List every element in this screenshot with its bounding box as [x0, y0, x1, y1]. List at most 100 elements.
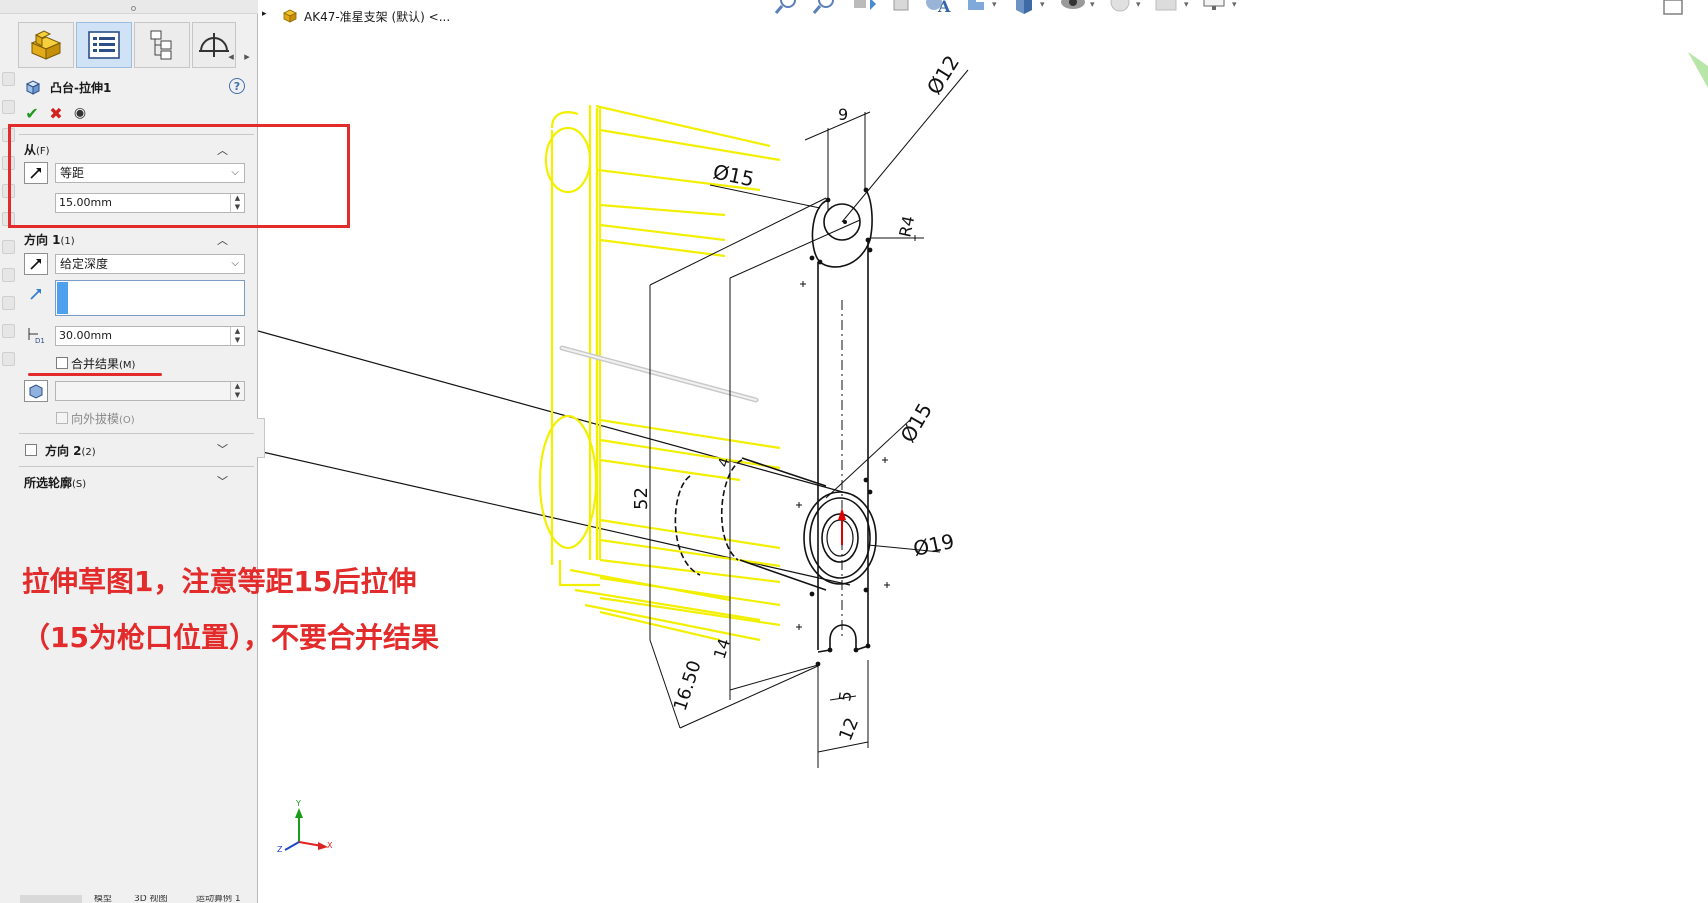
- sketch-profile: [674, 189, 877, 653]
- display-style-icon[interactable]: [1010, 0, 1040, 20]
- view-settings-icon[interactable]: [1200, 0, 1230, 20]
- triad-y-label: Y: [295, 799, 301, 808]
- reverse-direction-button[interactable]: [24, 253, 48, 275]
- selected-contours-text: 所选轮廓: [24, 476, 73, 490]
- tabs-scroll-left-icon[interactable]: ◂: [224, 46, 238, 66]
- panel-resize-grip[interactable]: [0, 0, 258, 14]
- section-divider: [19, 433, 254, 434]
- section-view-icon[interactable]: [886, 0, 916, 20]
- part-icon: [283, 9, 297, 23]
- tabs-scroll-right-icon[interactable]: ▸: [240, 46, 254, 66]
- help-icon[interactable]: ?: [229, 78, 245, 94]
- expand-direction2-icon[interactable]: ﹀: [217, 441, 231, 456]
- triad-x-label: X: [327, 841, 333, 850]
- merge-result-label[interactable]: 合并结果(M): [71, 355, 135, 372]
- section-divider: [19, 466, 254, 467]
- zoom-area-icon[interactable]: [810, 0, 840, 20]
- direction1-title-text: 方向 1: [24, 233, 61, 247]
- draft-outward-label[interactable]: 向外拔模(O): [71, 410, 135, 427]
- feature-tree-icon: [30, 30, 62, 60]
- scene-dropdown-icon[interactable]: ▾: [1184, 0, 1189, 10]
- highlight-merge-result: [28, 373, 162, 376]
- hide-show-items-icon[interactable]: [1058, 0, 1088, 20]
- direction-vector-icon: [30, 289, 41, 300]
- restore-window-icon[interactable]: [1660, 0, 1686, 16]
- panel-splitter[interactable]: [257, 418, 265, 458]
- previous-view-icon[interactable]: [848, 0, 878, 20]
- tab-motion-study[interactable]: 运动算例 1: [196, 895, 260, 903]
- tab-configuration-manager[interactable]: [134, 22, 190, 68]
- draft-toggle-button[interactable]: [24, 380, 48, 402]
- draft-outward-text: 向外拔模: [71, 412, 120, 426]
- direction2-section-title[interactable]: 方向 2(2): [45, 442, 96, 459]
- tab-property-manager[interactable]: [76, 22, 132, 68]
- dim-4[interactable]: 4: [716, 456, 734, 470]
- bottom-tab-scroll[interactable]: [20, 895, 82, 903]
- configuration-icon: [150, 30, 172, 60]
- chevron-down-icon: ⌵: [231, 258, 239, 269]
- highlight-from-section: [8, 124, 350, 228]
- tab-3d-views[interactable]: 3D 视图: [134, 895, 190, 903]
- depth-input[interactable]: 30.00mm ▲ ▼: [55, 326, 245, 346]
- depth-value: 30.00mm: [59, 329, 112, 342]
- direction2-title-text: 方向 2: [45, 444, 82, 458]
- draft-outward-hotkey: (O): [119, 415, 135, 426]
- edit-appearance-icon[interactable]: [1106, 0, 1136, 20]
- tab-model[interactable]: 模型: [94, 895, 130, 903]
- dim-52[interactable]: 52: [631, 487, 652, 510]
- appearance-dropdown-icon[interactable]: ▾: [1136, 0, 1141, 10]
- dim-5[interactable]: 5: [835, 690, 855, 703]
- feature-title: 凸台-拉伸1: [50, 81, 112, 95]
- direction-selection-box[interactable]: [55, 280, 245, 316]
- hide-show-dropdown-icon[interactable]: ▾: [1090, 0, 1095, 10]
- zoom-to-fit-icon[interactable]: [772, 0, 802, 20]
- graphics-viewport[interactable]: Ø12 Ø15 9 R4 Ø15 Ø19 52 16.50 14 4 5 12 …: [258, 0, 1708, 903]
- svg-text:A: A: [937, 0, 951, 16]
- direction2-hotkey: (2): [81, 447, 96, 458]
- feature-actions: ✔ ✖ ◉: [22, 103, 122, 123]
- depth-d1-icon: D1: [28, 328, 45, 344]
- dynamic-annotation-icon[interactable]: A: [924, 0, 954, 20]
- collapse-direction1-icon[interactable]: ︿: [217, 232, 231, 247]
- svg-text:D1: D1: [35, 337, 45, 344]
- view-settings-dropdown-icon[interactable]: ▾: [1232, 0, 1237, 10]
- active-selection-marker: [57, 282, 68, 314]
- direction2-checkbox[interactable]: [25, 444, 37, 456]
- manager-tabs: ◂ ▸: [18, 22, 256, 68]
- dim-d12[interactable]: Ø12: [922, 51, 964, 99]
- ok-button[interactable]: ✔: [22, 103, 42, 123]
- dim-12[interactable]: 12: [835, 715, 863, 744]
- heads-up-toolbar: A ▾ ▾ ▾ ▾ ▾ ▾: [760, 0, 1380, 22]
- selected-contours-title[interactable]: 所选轮廓(S): [24, 474, 86, 491]
- end-condition-select[interactable]: 给定深度 ⌵: [55, 254, 245, 274]
- draft-outward-checkbox[interactable]: [56, 412, 68, 424]
- cancel-button[interactable]: ✖: [46, 103, 66, 123]
- breadcrumb-expand-icon[interactable]: ▸: [262, 9, 267, 19]
- dim-nine[interactable]: 9: [838, 105, 848, 124]
- display-style-dropdown-icon[interactable]: ▾: [1040, 0, 1045, 10]
- spin-arrows-icon[interactable]: ▲ ▼: [230, 327, 244, 345]
- end-condition-value: 给定深度: [60, 257, 109, 271]
- annotation-line-1: 拉伸草图1，注意等距15后拉伸: [22, 565, 417, 598]
- view-orientation-dropdown-icon[interactable]: ▾: [992, 0, 997, 10]
- merge-result-checkbox[interactable]: [56, 357, 68, 369]
- direction1-section-title[interactable]: 方向 1(1): [24, 231, 75, 248]
- dim-d15-mid[interactable]: Ø15: [896, 399, 937, 447]
- dim-d19[interactable]: Ø19: [911, 529, 956, 561]
- reverse-direction-icon: [30, 259, 41, 270]
- annotation-line-2: （15为枪口位置），不要合并结果: [22, 621, 439, 654]
- view-orientation-icon[interactable]: [962, 0, 992, 20]
- detailed-preview-button[interactable]: ◉: [70, 103, 90, 123]
- expand-selected-contours-icon[interactable]: ﹀: [217, 473, 231, 488]
- dim-16-50[interactable]: 16.50: [670, 658, 706, 713]
- boss-extrude-icon: [25, 80, 41, 95]
- property-list-icon: [88, 31, 120, 59]
- breadcrumb-text[interactable]: AK47-准星支架 (默认) <...: [304, 8, 450, 25]
- reference-triad: Y X Z: [277, 799, 333, 854]
- apply-scene-icon[interactable]: [1152, 0, 1182, 20]
- tab-feature-manager[interactable]: [18, 22, 74, 68]
- draft-angle-input[interactable]: ▲ ▼: [55, 381, 245, 401]
- draft-icon: [29, 384, 43, 399]
- spin-arrows-icon[interactable]: ▲ ▼: [230, 382, 244, 400]
- feature-header: 凸台-拉伸1 ?: [22, 77, 250, 97]
